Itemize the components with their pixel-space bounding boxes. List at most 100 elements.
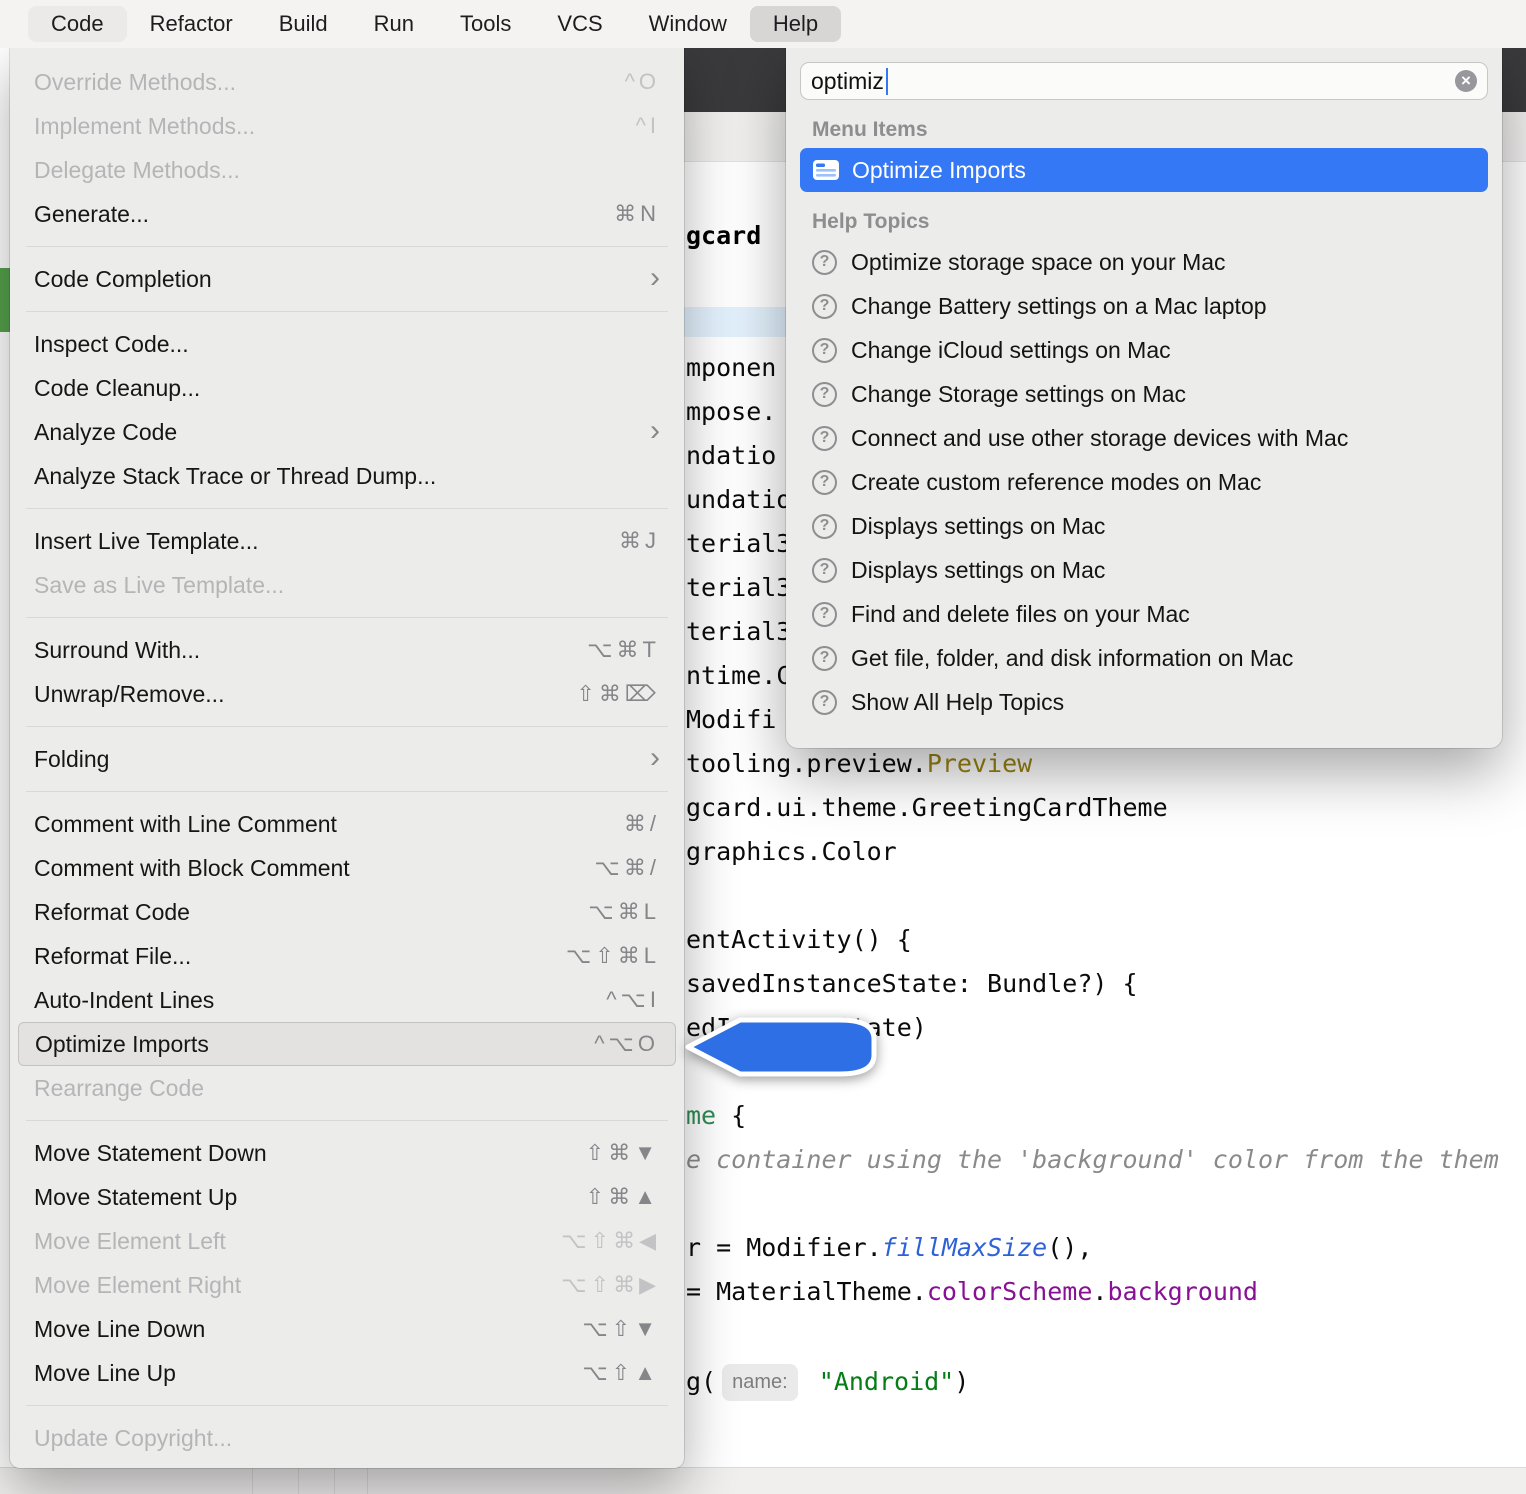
submenu-chevron-icon: › (650, 416, 660, 446)
menu-separator (26, 1120, 668, 1121)
code-menu-item-rearrange-code: Rearrange Code (18, 1066, 676, 1110)
topic-label: Change Storage settings on Mac (851, 381, 1186, 408)
code-menu-item-inspect-code[interactable]: Inspect Code... (18, 322, 676, 366)
code-token: mpose. (686, 397, 776, 426)
help-topic-displays-settings-on-mac[interactable]: ?Displays settings on Mac (798, 548, 1490, 592)
code-menu-item-reformat-code[interactable]: Reformat Code⌥⌘L (18, 890, 676, 934)
help-topic-change-storage-settings-on-mac[interactable]: ? Change Storage settings on Mac (798, 372, 1490, 416)
help-result-optimize-imports[interactable]: Optimize Imports (800, 148, 1488, 192)
status-bar-separator (367, 1468, 368, 1494)
menubar-item-tools[interactable]: Tools (437, 6, 534, 42)
help-topic-change-battery-settings-on-a-mac-laptop[interactable]: ?Change Battery settings on a Mac laptop (798, 284, 1490, 328)
question-mark-icon: ? (812, 470, 837, 495)
code-menu-item-folding[interactable]: Folding› (18, 737, 676, 781)
code-line: r = Modifier.fillMaxSize(), (686, 1232, 1092, 1264)
question-mark-icon: ? (812, 558, 837, 583)
menubar-item-refactor[interactable]: Refactor (127, 6, 256, 42)
status-bar-separator (298, 1468, 299, 1494)
code-menu-item-analyze-code[interactable]: Analyze Code› (18, 410, 676, 454)
code-menu-item-code-completion[interactable]: Code Completion› (18, 257, 676, 301)
code-menu-item-insert-live-template[interactable]: Insert Live Template...⌘J (18, 519, 676, 563)
code-menu-item-move-statement-down[interactable]: Move Statement Down⇧⌘▼ (18, 1131, 676, 1175)
help-topic-displays-settings-on-mac[interactable]: ?Displays settings on Mac (798, 504, 1490, 548)
code-line: gcard (686, 220, 761, 252)
menubar-item-code[interactable]: Code (28, 6, 127, 42)
clear-search-icon[interactable]: × (1455, 70, 1477, 92)
topic-label: Optimize storage space on your Mac (851, 249, 1226, 276)
menubar-item-help[interactable]: Help (750, 6, 841, 42)
menu-item-label: Analyze Stack Trace or Thread Dump... (34, 463, 660, 490)
code-token: ntime.C (686, 661, 791, 690)
help-topic-optimize-storage-space-on-your-mac[interactable]: ? Optimize storage space on your Mac (798, 240, 1490, 284)
status-bar-separator (334, 1468, 335, 1494)
menu-item-label: Unwrap/Remove... (34, 681, 576, 708)
code-menu-item-surround-with[interactable]: Surround With...⌥⌘T (18, 628, 676, 672)
menubar-item-vcs[interactable]: VCS (534, 6, 625, 42)
help-topic-create-custom-reference-modes-on-mac[interactable]: ?Create custom reference modes on Mac (798, 460, 1490, 504)
code-menu-item-comment-with-block-comment[interactable]: Comment with Block Comment⌥⌘/ (18, 846, 676, 890)
shortcut-label: ⌘J (619, 528, 660, 554)
code-token: (), (1047, 1233, 1092, 1262)
question-mark-icon: ? (812, 250, 837, 275)
code-menu-item-move-element-left: Move Element Left⌥⇧⌘◀ (18, 1219, 676, 1263)
code-line: ndatio (686, 440, 776, 472)
menu-item-label: Move Statement Down (34, 1140, 586, 1167)
help-topics-header: Help Topics (812, 210, 1476, 234)
code-menu-item-reformat-file[interactable]: Reformat File...⌥⇧⌘L (18, 934, 676, 978)
code-menu-item-move-statement-up[interactable]: Move Statement Up⇧⌘▲ (18, 1175, 676, 1219)
code-menu-item-save-as-live-template: Save as Live Template... (18, 563, 676, 607)
code-token: gcard (686, 221, 761, 250)
menu-item-label: Save as Live Template... (34, 572, 660, 599)
menu-item-label: Code Completion (34, 266, 650, 293)
shortcut-label: ⌥⇧⌘▶ (561, 1272, 660, 1298)
help-topic-change-icloud-settings-on-mac[interactable]: ?Change iCloud settings on Mac (798, 328, 1490, 372)
menubar-item-window[interactable]: Window (626, 6, 750, 42)
topic-label: Get file, folder, and disk information o… (851, 645, 1293, 672)
result-label: Optimize Imports (852, 157, 1026, 184)
question-mark-icon: ? (812, 514, 837, 539)
menubar-item-run[interactable]: Run (351, 6, 437, 42)
code-menu-item-auto-indent-lines[interactable]: Auto-Indent Lines^⌥I (18, 978, 676, 1022)
selected-line-highlight (684, 307, 790, 337)
code-menu-item-generate[interactable]: Generate...⌘N (18, 192, 676, 236)
question-mark-icon: ? (812, 294, 837, 319)
code-menu-item-analyze-stack-trace-or-thread-dump[interactable]: Analyze Stack Trace or Thread Dump... (18, 454, 676, 498)
help-topic-get-file-folder-and-disk-information-on-mac[interactable]: ?Get file, folder, and disk information … (798, 636, 1490, 680)
code-menu-item-move-line-up[interactable]: Move Line Up⌥⇧▲ (18, 1351, 676, 1395)
search-input[interactable]: optimiz (811, 68, 884, 95)
menu-separator (26, 617, 668, 618)
menu-separator (26, 246, 668, 247)
shortcut-label: ⌘N (614, 201, 660, 227)
code-menu-item-code-cleanup[interactable]: Code Cleanup... (18, 366, 676, 410)
code-token: undatio (686, 485, 791, 514)
shortcut-label: ⇧⌘⌦ (576, 681, 660, 707)
menu-item-label: Move Line Down (34, 1316, 582, 1343)
question-mark-icon: ? (812, 382, 837, 407)
menu-separator (26, 311, 668, 312)
shortcut-label: ⌥⇧⌘◀ (561, 1228, 660, 1254)
code-token: e container using the 'background' color… (686, 1145, 1499, 1174)
code-token: Modifi (686, 705, 776, 734)
code-menu-item-unwrap-remove[interactable]: Unwrap/Remove...⇧⌘⌦ (18, 672, 676, 716)
parameter-hint: name: (722, 1364, 798, 1401)
menu-item-label: Generate... (34, 201, 614, 228)
help-search-field[interactable]: optimiz × (800, 62, 1488, 100)
code-menu-item-move-line-down[interactable]: Move Line Down⌥⇧▼ (18, 1307, 676, 1351)
question-mark-icon: ? (812, 602, 837, 627)
code-menu-item-delegate-methods: Delegate Methods... (18, 148, 676, 192)
code-menu-item-optimize-imports[interactable]: Optimize Imports^⌥O (18, 1022, 676, 1066)
code-token: fillMaxSize (882, 1233, 1048, 1262)
code-menu-item-comment-with-line-comment[interactable]: Comment with Line Comment⌘/ (18, 802, 676, 846)
code-line: graphics.Color (686, 836, 897, 868)
help-topic-connect-and-use-other-storage-devices-with-mac[interactable]: ?Connect and use other storage devices w… (798, 416, 1490, 460)
help-topic-show-all-help-topics[interactable]: ?Show All Help Topics (798, 680, 1490, 724)
menubar-item-build[interactable]: Build (256, 6, 351, 42)
help-topic-find-and-delete-files-on-your-mac[interactable]: ?Find and delete files on your Mac (798, 592, 1490, 636)
menu-item-label: Move Element Right (34, 1272, 561, 1299)
shortcut-label: ⌥⌘T (587, 637, 660, 663)
menu-item-label: Rearrange Code (34, 1075, 660, 1102)
submenu-chevron-icon: › (650, 743, 660, 773)
code-line: = MaterialTheme.colorScheme.background (686, 1276, 1258, 1308)
menu-item-label: Inspect Code... (34, 331, 660, 358)
code-line: mpose. (686, 396, 776, 428)
